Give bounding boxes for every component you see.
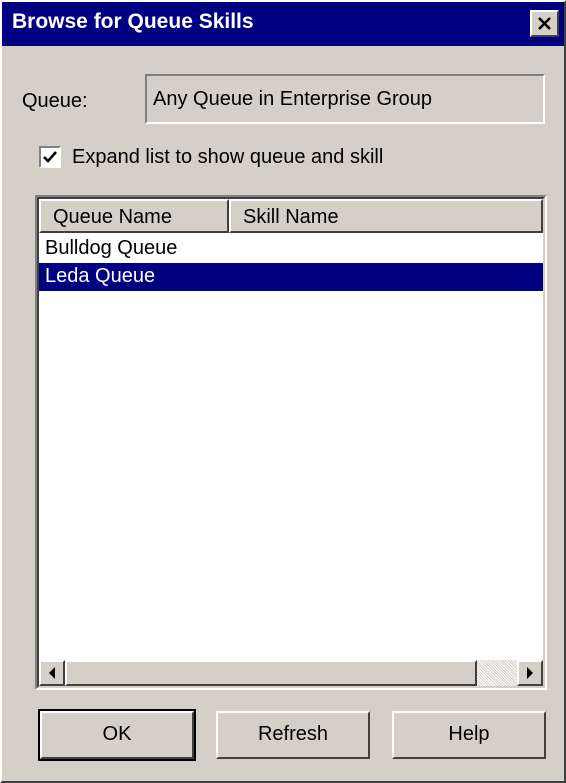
- close-button[interactable]: [530, 10, 559, 37]
- list-frame: Queue Name Skill Name Bulldog Queue Leda…: [37, 197, 545, 688]
- browse-queue-skills-dialog: Browse for Queue Skills Queue: Any Queue…: [0, 0, 566, 783]
- column-header-skill-name[interactable]: Skill Name: [229, 199, 543, 233]
- expand-list-label[interactable]: Expand list to show queue and skill: [72, 146, 383, 169]
- queue-label: Queue:: [22, 90, 88, 112]
- list-header: Queue Name Skill Name: [39, 199, 543, 233]
- window-title: Browse for Queue Skills: [12, 10, 254, 33]
- close-icon: [538, 17, 551, 30]
- column-header-queue-name[interactable]: Queue Name: [39, 199, 229, 233]
- list-row-leda-queue[interactable]: Leda Queue: [39, 263, 543, 291]
- arrow-right-icon: [527, 667, 533, 679]
- horizontal-scrollbar[interactable]: [39, 660, 543, 686]
- title-bar[interactable]: Browse for Queue Skills: [2, 2, 564, 46]
- list-rows: Bulldog Queue Leda Queue: [39, 235, 543, 291]
- help-button[interactable]: Help: [392, 711, 546, 759]
- refresh-button[interactable]: Refresh: [216, 711, 370, 759]
- arrow-left-icon: [49, 667, 55, 679]
- queue-skill-list[interactable]: Queue Name Skill Name Bulldog Queue Leda…: [35, 195, 547, 690]
- list-row-bulldog-queue[interactable]: Bulldog Queue: [39, 235, 543, 263]
- scroll-left-button[interactable]: [39, 660, 65, 686]
- scroll-right-button[interactable]: [517, 660, 543, 686]
- checkmark-icon: [43, 151, 57, 163]
- scroll-thumb[interactable]: [65, 660, 477, 686]
- ok-button[interactable]: OK: [38, 709, 196, 761]
- expand-list-checkbox[interactable]: [39, 146, 61, 168]
- queue-field: Any Queue in Enterprise Group: [145, 74, 545, 124]
